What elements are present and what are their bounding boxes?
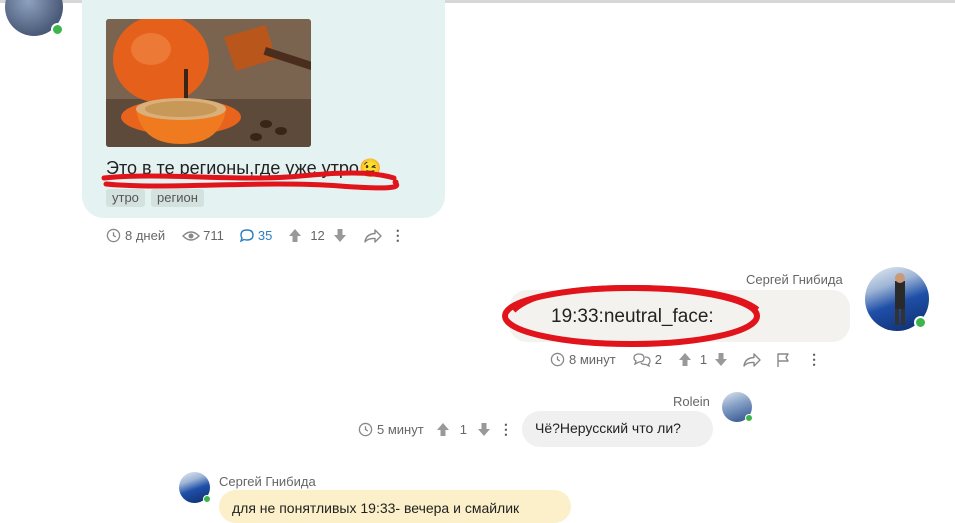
tag-region[interactable]: регион xyxy=(151,189,204,207)
upvote-icon[interactable] xyxy=(436,422,450,437)
message-meta: 8 минут 2 1 ⋮ xyxy=(550,351,821,368)
message-text: для не понятливых 19:33- вечера и смайли… xyxy=(232,500,520,516)
post-time: 8 дней xyxy=(125,228,166,243)
message-replies[interactable]: 2 xyxy=(655,352,662,367)
online-indicator xyxy=(745,414,753,422)
message-votes: 1 xyxy=(459,422,467,437)
message-time: 5 минут xyxy=(377,422,424,437)
share-icon[interactable] xyxy=(742,352,762,368)
message-meta: 5 минут 1 ⋮ xyxy=(358,421,513,438)
clock-icon xyxy=(106,228,121,243)
online-indicator xyxy=(203,495,211,503)
more-icon[interactable]: ⋮ xyxy=(807,351,821,368)
downvote-icon[interactable] xyxy=(333,228,347,243)
post-comments-count[interactable]: 35 xyxy=(258,228,272,243)
red-underline-annotation xyxy=(101,170,400,191)
avatar[interactable] xyxy=(865,267,929,331)
share-icon[interactable] xyxy=(363,228,383,244)
avatar[interactable] xyxy=(179,472,211,503)
upvote-icon[interactable] xyxy=(288,228,302,243)
upvote-icon[interactable] xyxy=(678,352,692,367)
message-author[interactable]: Сергей Гнибида xyxy=(219,474,316,489)
message-time: 8 минут xyxy=(569,352,616,367)
post-votes: 12 xyxy=(310,228,325,243)
clock-icon xyxy=(358,422,373,437)
message-votes: 1 xyxy=(699,352,708,367)
replies-icon[interactable] xyxy=(632,352,652,367)
red-circle-annotation xyxy=(502,284,760,347)
tag-utro[interactable]: утро xyxy=(106,189,145,207)
post-image[interactable] xyxy=(106,19,311,147)
eye-icon xyxy=(182,230,201,242)
comment-icon[interactable] xyxy=(239,228,255,243)
avatar[interactable] xyxy=(5,0,64,36)
downvote-icon[interactable] xyxy=(477,422,491,437)
downvote-icon[interactable] xyxy=(714,352,728,367)
post-meta: 8 дней 711 35 12 ⋮ xyxy=(106,227,405,244)
avatar[interactable] xyxy=(722,392,753,422)
message-author[interactable]: Rolein xyxy=(673,394,710,409)
flag-icon[interactable] xyxy=(775,352,791,368)
more-icon[interactable]: ⋮ xyxy=(391,227,405,244)
clock-icon xyxy=(550,352,565,367)
online-indicator xyxy=(914,316,927,329)
message-text: Чё?Нерусский что ли? xyxy=(535,420,681,436)
online-indicator xyxy=(51,23,64,36)
more-icon[interactable]: ⋮ xyxy=(499,421,513,438)
post-views: 711 xyxy=(203,228,224,243)
